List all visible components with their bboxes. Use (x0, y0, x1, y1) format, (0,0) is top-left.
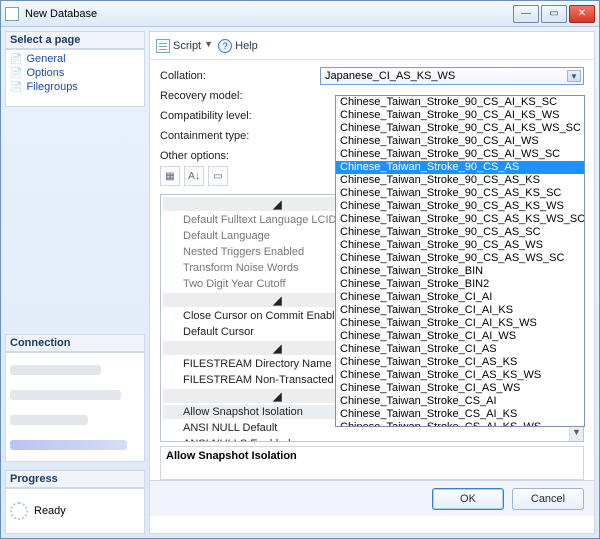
dropdown-item[interactable]: Chinese_Taiwan_Stroke_CS_AI_KS_WS (336, 421, 584, 427)
containment-label: Containment type: (160, 130, 320, 142)
connection-header: Connection (5, 334, 145, 352)
dialog-window: New Database — ▭ ✕ Select a page General… (0, 0, 600, 539)
dropdown-item[interactable]: Chinese_Taiwan_Stroke_CI_AI (336, 291, 584, 304)
dropdown-item[interactable]: Chinese_Taiwan_Stroke_90_CS_AI_WS_SC (336, 148, 584, 161)
collation-value: Japanese_CI_AS_KS_WS (325, 70, 455, 82)
alphabetical-button[interactable]: A↓ (184, 166, 204, 186)
dropdown-item[interactable]: Chinese_Taiwan_Stroke_90_CS_AS_SC (336, 226, 584, 239)
help-icon: ? (218, 39, 232, 53)
window-title: New Database (25, 8, 97, 20)
collation-combo[interactable]: Japanese_CI_AS_KS_WS ▼ (320, 67, 584, 85)
app-icon (5, 7, 19, 21)
ok-button[interactable]: OK (432, 488, 504, 510)
dropdown-item[interactable]: Chinese_Taiwan_Stroke_90_CS_AI_WS (336, 135, 584, 148)
recovery-label: Recovery model: (160, 90, 320, 102)
chevron-down-icon: ▼ (204, 39, 212, 53)
dropdown-item[interactable]: Chinese_Taiwan_Stroke_CI_AS (336, 343, 584, 356)
dropdown-item[interactable]: Chinese_Taiwan_Stroke_90_CS_AI_KS_WS (336, 109, 584, 122)
dropdown-item[interactable]: Chinese_Taiwan_Stroke_90_CS_AS_KS_SC (336, 187, 584, 200)
nav-item-filegroups[interactable]: Filegroups (10, 80, 140, 94)
progress-spinner-icon (10, 502, 28, 520)
collation-dropdown-list[interactable]: Chinese_Taiwan_Stroke_90_CS_AI_KS_SCChin… (335, 95, 585, 427)
dropdown-item[interactable]: Chinese_Taiwan_Stroke_90_CS_AI_KS_SC (336, 96, 584, 109)
progress-status: Ready (34, 505, 66, 517)
dropdown-item[interactable]: Chinese_Taiwan_Stroke_90_CS_AS_WS_SC (336, 252, 584, 265)
grid-properties-button[interactable]: ▭ (208, 166, 228, 186)
dropdown-item[interactable]: Chinese_Taiwan_Stroke_90_CS_AS_KS_WS (336, 200, 584, 213)
dropdown-item[interactable]: Chinese_Taiwan_Stroke_90_CS_AS_KS_WS_SC (336, 213, 584, 226)
dropdown-item[interactable]: Chinese_Taiwan_Stroke_90_CS_AS_KS (336, 174, 584, 187)
script-icon (156, 39, 170, 53)
collation-label: Collation: (160, 70, 320, 82)
close-button[interactable]: ✕ (569, 5, 595, 23)
script-button[interactable]: Script ▼ (156, 39, 212, 53)
dropdown-item[interactable]: Chinese_Taiwan_Stroke_CS_AI (336, 395, 584, 408)
chevron-down-icon: ▼ (567, 70, 581, 82)
description-pane: Allow Snapshot Isolation (160, 446, 584, 480)
description-title: Allow Snapshot Isolation (166, 450, 578, 462)
dropdown-item[interactable]: Chinese_Taiwan_Stroke_90_CS_AS (336, 161, 584, 174)
dropdown-item[interactable]: Chinese_Taiwan_Stroke_CI_AS_KS (336, 356, 584, 369)
dropdown-item[interactable]: Chinese_Taiwan_Stroke_CI_AI_WS (336, 330, 584, 343)
page-nav: General Options Filegroups (5, 49, 145, 107)
dropdown-item[interactable]: Chinese_Taiwan_Stroke_CI_AS_KS_WS (336, 369, 584, 382)
dropdown-item[interactable]: Chinese_Taiwan_Stroke_CS_AI_KS (336, 408, 584, 421)
grid-row[interactable]: ANSI NULLS Enabled (163, 437, 581, 442)
dropdown-item[interactable]: Chinese_Taiwan_Stroke_BIN (336, 265, 584, 278)
select-page-header: Select a page (5, 31, 145, 49)
progress-header: Progress (5, 470, 145, 488)
compat-label: Compatibility level: (160, 110, 320, 122)
nav-item-options[interactable]: Options (10, 66, 140, 80)
maximize-button[interactable]: ▭ (541, 5, 567, 23)
cancel-button[interactable]: Cancel (512, 488, 584, 510)
categorized-button[interactable]: ▦ (160, 166, 180, 186)
dropdown-item[interactable]: Chinese_Taiwan_Stroke_90_CS_AS_WS (336, 239, 584, 252)
progress-box: Ready (5, 488, 145, 534)
dropdown-item[interactable]: Chinese_Taiwan_Stroke_90_CS_AI_KS_WS_SC (336, 122, 584, 135)
dropdown-item[interactable]: Chinese_Taiwan_Stroke_CI_AI_KS (336, 304, 584, 317)
titlebar[interactable]: New Database — ▭ ✕ (1, 1, 599, 27)
minimize-button[interactable]: — (513, 5, 539, 23)
dropdown-item[interactable]: Chinese_Taiwan_Stroke_CI_AS_WS (336, 382, 584, 395)
dropdown-item[interactable]: Chinese_Taiwan_Stroke_CI_AI_KS_WS (336, 317, 584, 330)
nav-item-general[interactable]: General (10, 52, 140, 66)
help-button[interactable]: ? Help (218, 39, 258, 53)
connection-box (5, 352, 145, 462)
dropdown-item[interactable]: Chinese_Taiwan_Stroke_BIN2 (336, 278, 584, 291)
